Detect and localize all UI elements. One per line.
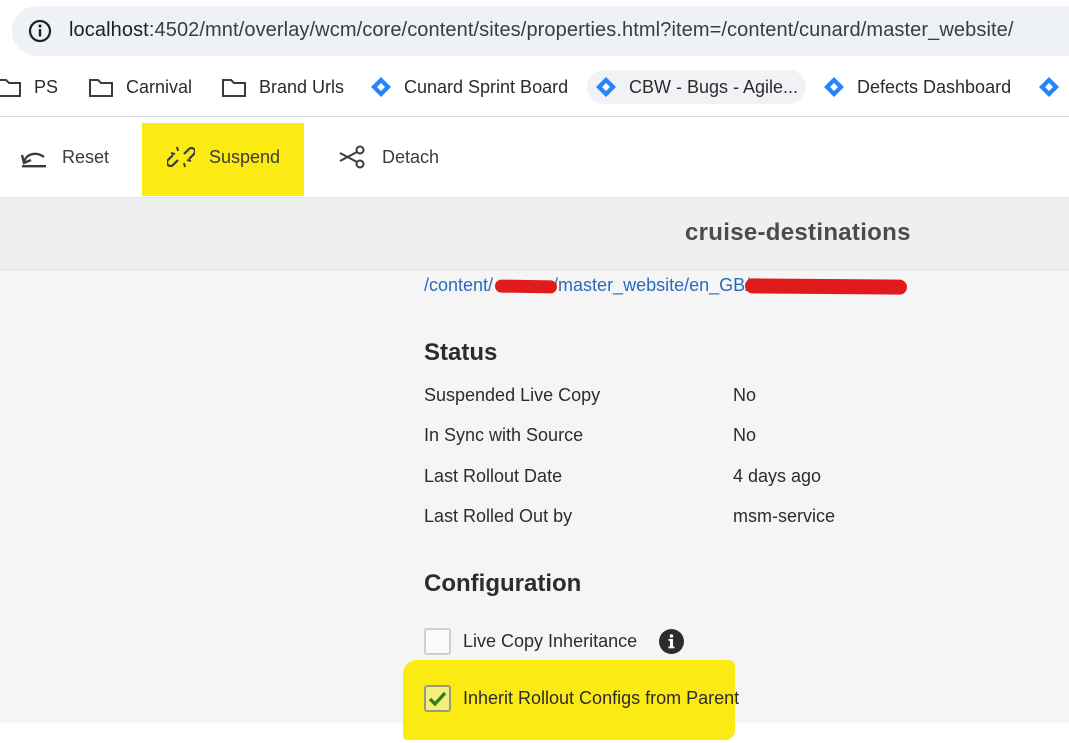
status-label: Suspended Live Copy: [424, 385, 601, 405]
suspend-button[interactable]: Suspend: [167, 117, 280, 197]
bookmark-label: Defects Dashboard: [857, 76, 1012, 97]
jira-icon: [1039, 77, 1059, 97]
inherit-rollout-checkbox[interactable]: [424, 685, 451, 712]
site-info-icon[interactable]: [28, 19, 52, 43]
live-copy-inheritance-label: Live Copy Inheritance: [463, 631, 638, 651]
live-copy-inheritance-checkbox[interactable]: [424, 628, 451, 655]
jira-icon: [596, 77, 616, 97]
folder-icon: [0, 79, 21, 97]
jira-icon: [824, 77, 844, 97]
url-path: :4502/mnt/overlay/wcm/core/content/sites…: [148, 19, 1014, 41]
reset-button[interactable]: Reset: [20, 117, 109, 197]
folder-icon: [89, 79, 113, 97]
detach-label: Detach: [382, 146, 440, 167]
url-text[interactable]: localhost:4502/mnt/overlay/wcm/core/cont…: [69, 19, 1014, 42]
status-label: Last Rollout Date: [424, 466, 563, 486]
scissors-icon: [339, 145, 365, 169]
bookmarks-bar: PS Carnival Brand Urls Cunard Sprint Boa…: [0, 62, 1069, 114]
broken-link-icon: [167, 146, 195, 168]
bookmark-label: PS: [34, 76, 59, 97]
status-value: msm-service: [733, 506, 835, 526]
inherit-rollout-label: Inherit Rollout Configs from Parent: [463, 688, 740, 708]
bookmark-label: CBW - Bugs - Agile...: [629, 76, 799, 97]
address-bar[interactable]: localhost:4502/mnt/overlay/wcm/core/cont…: [12, 6, 1069, 56]
status-heading: Status: [424, 339, 498, 366]
status-label: In Sync with Source: [424, 425, 584, 445]
path-prefix: /content/: [424, 275, 494, 295]
checkmark-icon: [428, 691, 447, 707]
redaction-mark: [494, 279, 558, 294]
bookmark-label: Brand Urls: [259, 76, 345, 97]
info-icon[interactable]: [659, 629, 684, 654]
url-host: localhost: [69, 19, 149, 41]
bookmark-cunard-sprint-board[interactable]: Cunard Sprint Board: [370, 70, 568, 104]
redaction-mark: [744, 278, 908, 295]
bookmark-ps[interactable]: PS: [0, 70, 58, 104]
status-label: Last Rolled Out by: [424, 506, 573, 526]
detach-button[interactable]: Detach: [338, 117, 439, 197]
bookmark-overflow[interactable]: [1038, 70, 1069, 104]
page-title: cruise-destinations: [685, 219, 911, 246]
bookmark-label: Carnival: [126, 76, 193, 97]
status-value: No: [733, 385, 757, 405]
reset-icon: [20, 152, 46, 168]
path-middle: /master_website/en_GB/: [553, 275, 751, 295]
jira-icon: [371, 77, 391, 97]
bookmark-defects-dashboard[interactable]: Defects Dashboard: [823, 70, 1011, 104]
suspend-label: Suspend: [209, 146, 281, 167]
bookmark-carnival[interactable]: Carnival: [88, 70, 192, 104]
bookmark-label: Cunard Sprint Board: [404, 76, 569, 97]
status-value: 4 days ago: [733, 466, 822, 486]
bookmark-brand-urls[interactable]: Brand Urls: [221, 70, 344, 104]
source-path-link[interactable]: /content/ /master_website/en_GB/: [424, 275, 750, 296]
folder-icon: [222, 79, 246, 97]
status-value: No: [733, 425, 757, 445]
bookmark-cbw-bugs[interactable]: CBW - Bugs - Agile...: [587, 70, 807, 104]
reset-label: Reset: [62, 146, 110, 167]
configuration-heading: Configuration: [424, 570, 582, 597]
